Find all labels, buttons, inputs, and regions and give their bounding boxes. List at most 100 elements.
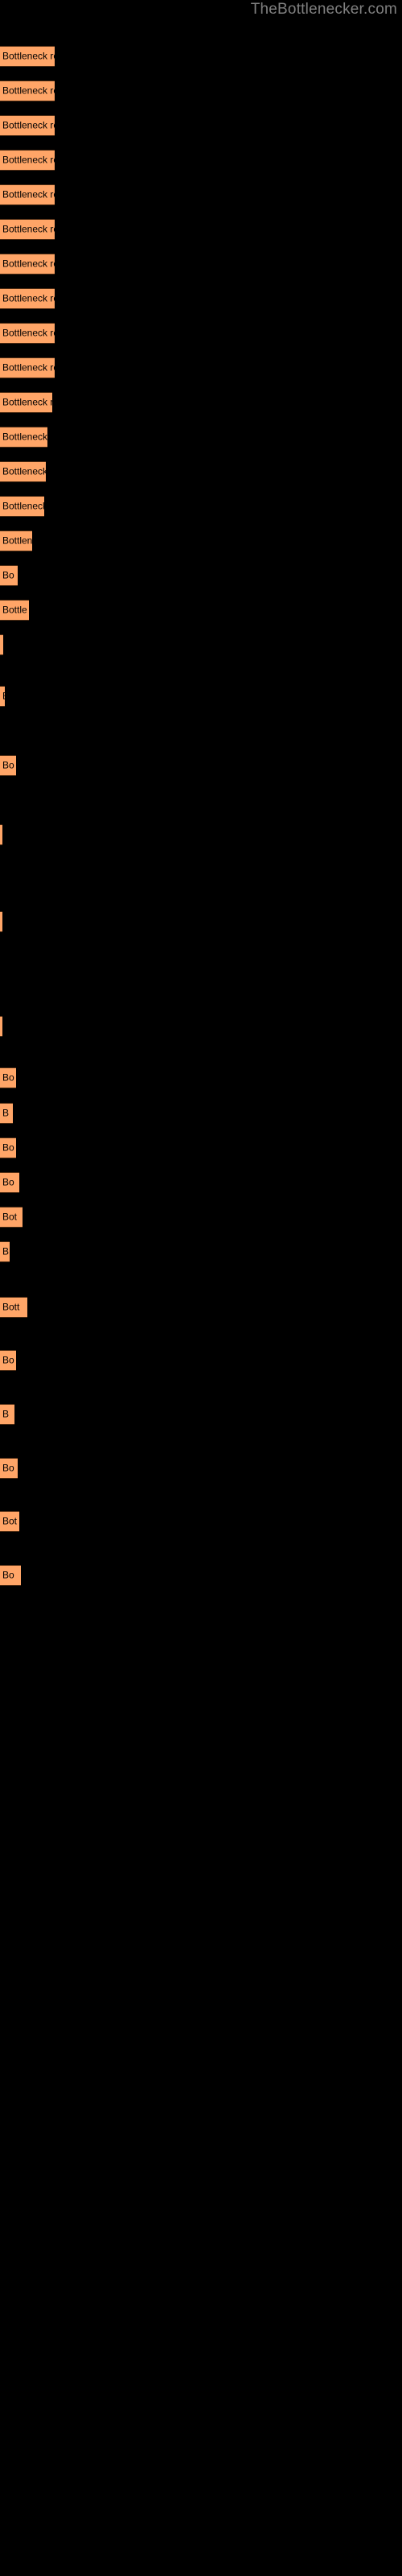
bar-label: Bottleneck r	[2, 500, 44, 512]
bar-row: Bottleneck resu	[0, 80, 402, 101]
bar-row: B	[0, 686, 402, 707]
bar-label: Bottleneck res	[2, 292, 55, 304]
bar-row: Bottle	[0, 600, 402, 621]
bar-label: Bottleneck r	[2, 465, 46, 477]
bar-row: Bottleneck resu	[0, 184, 402, 205]
bar-row: Bo	[0, 1067, 402, 1088]
bar-row	[0, 911, 402, 932]
bar[interactable]	[0, 1016, 2, 1037]
bar[interactable]	[0, 634, 3, 655]
bar-row: Bo	[0, 1565, 402, 1586]
bar-label: Bot	[2, 1515, 18, 1527]
bar[interactable]: Bo	[0, 1067, 16, 1088]
bar[interactable]: Bottleneck res	[0, 219, 55, 240]
bar[interactable]: Bottleneck re	[0, 392, 52, 413]
bar-row: Bo	[0, 565, 402, 586]
bar-row: Bottleneck res	[0, 219, 402, 240]
bar[interactable]: Bot	[0, 1511, 19, 1532]
bar-row: Bottleneck r	[0, 427, 402, 448]
bar-label: Bo	[2, 1071, 14, 1084]
bar-label: Bottleneck re	[2, 396, 52, 408]
bottleneck-bar-chart: Bottleneck resu Bottleneck resu Bottleneck…	[0, 0, 402, 2576]
bar-label: B	[2, 1245, 10, 1257]
bar[interactable]: Bottleneck res	[0, 115, 55, 136]
bar-row: Bottleneck r	[0, 461, 402, 482]
bar-row: B	[0, 1103, 402, 1124]
bar[interactable]: B	[0, 1103, 13, 1124]
bar-row: Bottleneck res	[0, 115, 402, 136]
bar-label: Bo	[2, 1569, 14, 1581]
bar[interactable]: Bottleneck resu	[0, 46, 55, 67]
bar-row: Bottleneck res	[0, 254, 402, 275]
bar-row: Bot	[0, 1511, 402, 1532]
bar[interactable]: B	[0, 1241, 10, 1262]
bar-row: B	[0, 1241, 402, 1262]
bar[interactable]: Bottleneck resu	[0, 184, 55, 205]
bar-row: Bo	[0, 1137, 402, 1158]
bar[interactable]: Bottleneck r	[0, 427, 47, 448]
bar-label: B	[2, 1107, 10, 1119]
bar-label: Bo	[2, 1462, 14, 1474]
bar[interactable]: B	[0, 1404, 14, 1425]
bar-label: Bottleneck resu	[2, 85, 55, 97]
bar-label: Bo	[2, 569, 14, 581]
bar-row: Bottleneck res	[0, 150, 402, 171]
bar-row: Bottleneck res	[0, 323, 402, 344]
bar[interactable]: Bot	[0, 1207, 23, 1228]
bar-label: Bott	[2, 1301, 20, 1313]
bar-label: Bottleneck res	[2, 223, 55, 235]
bar-label: Bo	[2, 1354, 14, 1366]
bar[interactable]	[0, 911, 2, 932]
bar-label: Bottleneck res	[2, 361, 55, 374]
bar-label: Bottleneck res	[2, 258, 55, 270]
bar-label: B	[2, 691, 5, 702]
bar-row	[0, 1016, 402, 1037]
bar-label: B	[2, 1408, 10, 1420]
bar-row: Bottlen	[0, 530, 402, 551]
bar-row: Bottleneck res	[0, 288, 402, 309]
bar[interactable]: Bottleneck resu	[0, 80, 55, 101]
bar[interactable]: Bo	[0, 1458, 18, 1479]
bar[interactable]: Bo	[0, 755, 16, 776]
bar[interactable]: Bo	[0, 565, 18, 586]
bar-row: Bot	[0, 1207, 402, 1228]
bar-row	[0, 634, 402, 655]
bar[interactable]: Bottleneck res	[0, 254, 55, 275]
bar-row: Bo	[0, 1458, 402, 1479]
bar[interactable]: Bo	[0, 1565, 21, 1586]
bar[interactable]	[0, 824, 2, 845]
bar-label: Bo	[2, 759, 14, 771]
bar-row: Bottleneck res	[0, 357, 402, 378]
bar-row: Bottleneck resu	[0, 46, 402, 67]
bar-label: Bot	[2, 1211, 18, 1223]
bar[interactable]: Bottleneck res	[0, 150, 55, 171]
bar-row: Bottleneck r	[0, 496, 402, 517]
bar-row: Bott	[0, 1297, 402, 1318]
bar-label: Bottleneck res	[2, 119, 55, 131]
bar-label: Bottleneck resu	[2, 50, 55, 62]
bar-row: Bo	[0, 1172, 402, 1193]
bar[interactable]: Bottlen	[0, 530, 32, 551]
bar[interactable]: Bo	[0, 1172, 19, 1193]
bar[interactable]: Bottleneck res	[0, 323, 55, 344]
bar[interactable]: B	[0, 686, 5, 707]
bar[interactable]: Bo	[0, 1137, 16, 1158]
bar-row	[0, 824, 402, 845]
bar-label: Bottleneck r	[2, 431, 47, 443]
bar[interactable]: Bott	[0, 1297, 27, 1318]
bar[interactable]: Bottleneck r	[0, 496, 44, 517]
bar-label: Bottlen	[2, 535, 32, 547]
bar[interactable]: Bottle	[0, 600, 29, 621]
bar[interactable]: Bottleneck res	[0, 357, 55, 378]
bar[interactable]: Bottleneck res	[0, 288, 55, 309]
bar-label: Bottleneck res	[2, 327, 55, 339]
bar-row: Bottleneck re	[0, 392, 402, 413]
bar-label: Bottleneck resu	[2, 188, 55, 200]
bar-row: Bo	[0, 755, 402, 776]
bar-label: Bottle	[2, 604, 27, 616]
bar[interactable]: Bottleneck r	[0, 461, 46, 482]
bar-row: B	[0, 1404, 402, 1425]
bar[interactable]: Bo	[0, 1350, 16, 1371]
bar-label: Bo	[2, 1176, 14, 1188]
bar-row: Bo	[0, 1350, 402, 1371]
